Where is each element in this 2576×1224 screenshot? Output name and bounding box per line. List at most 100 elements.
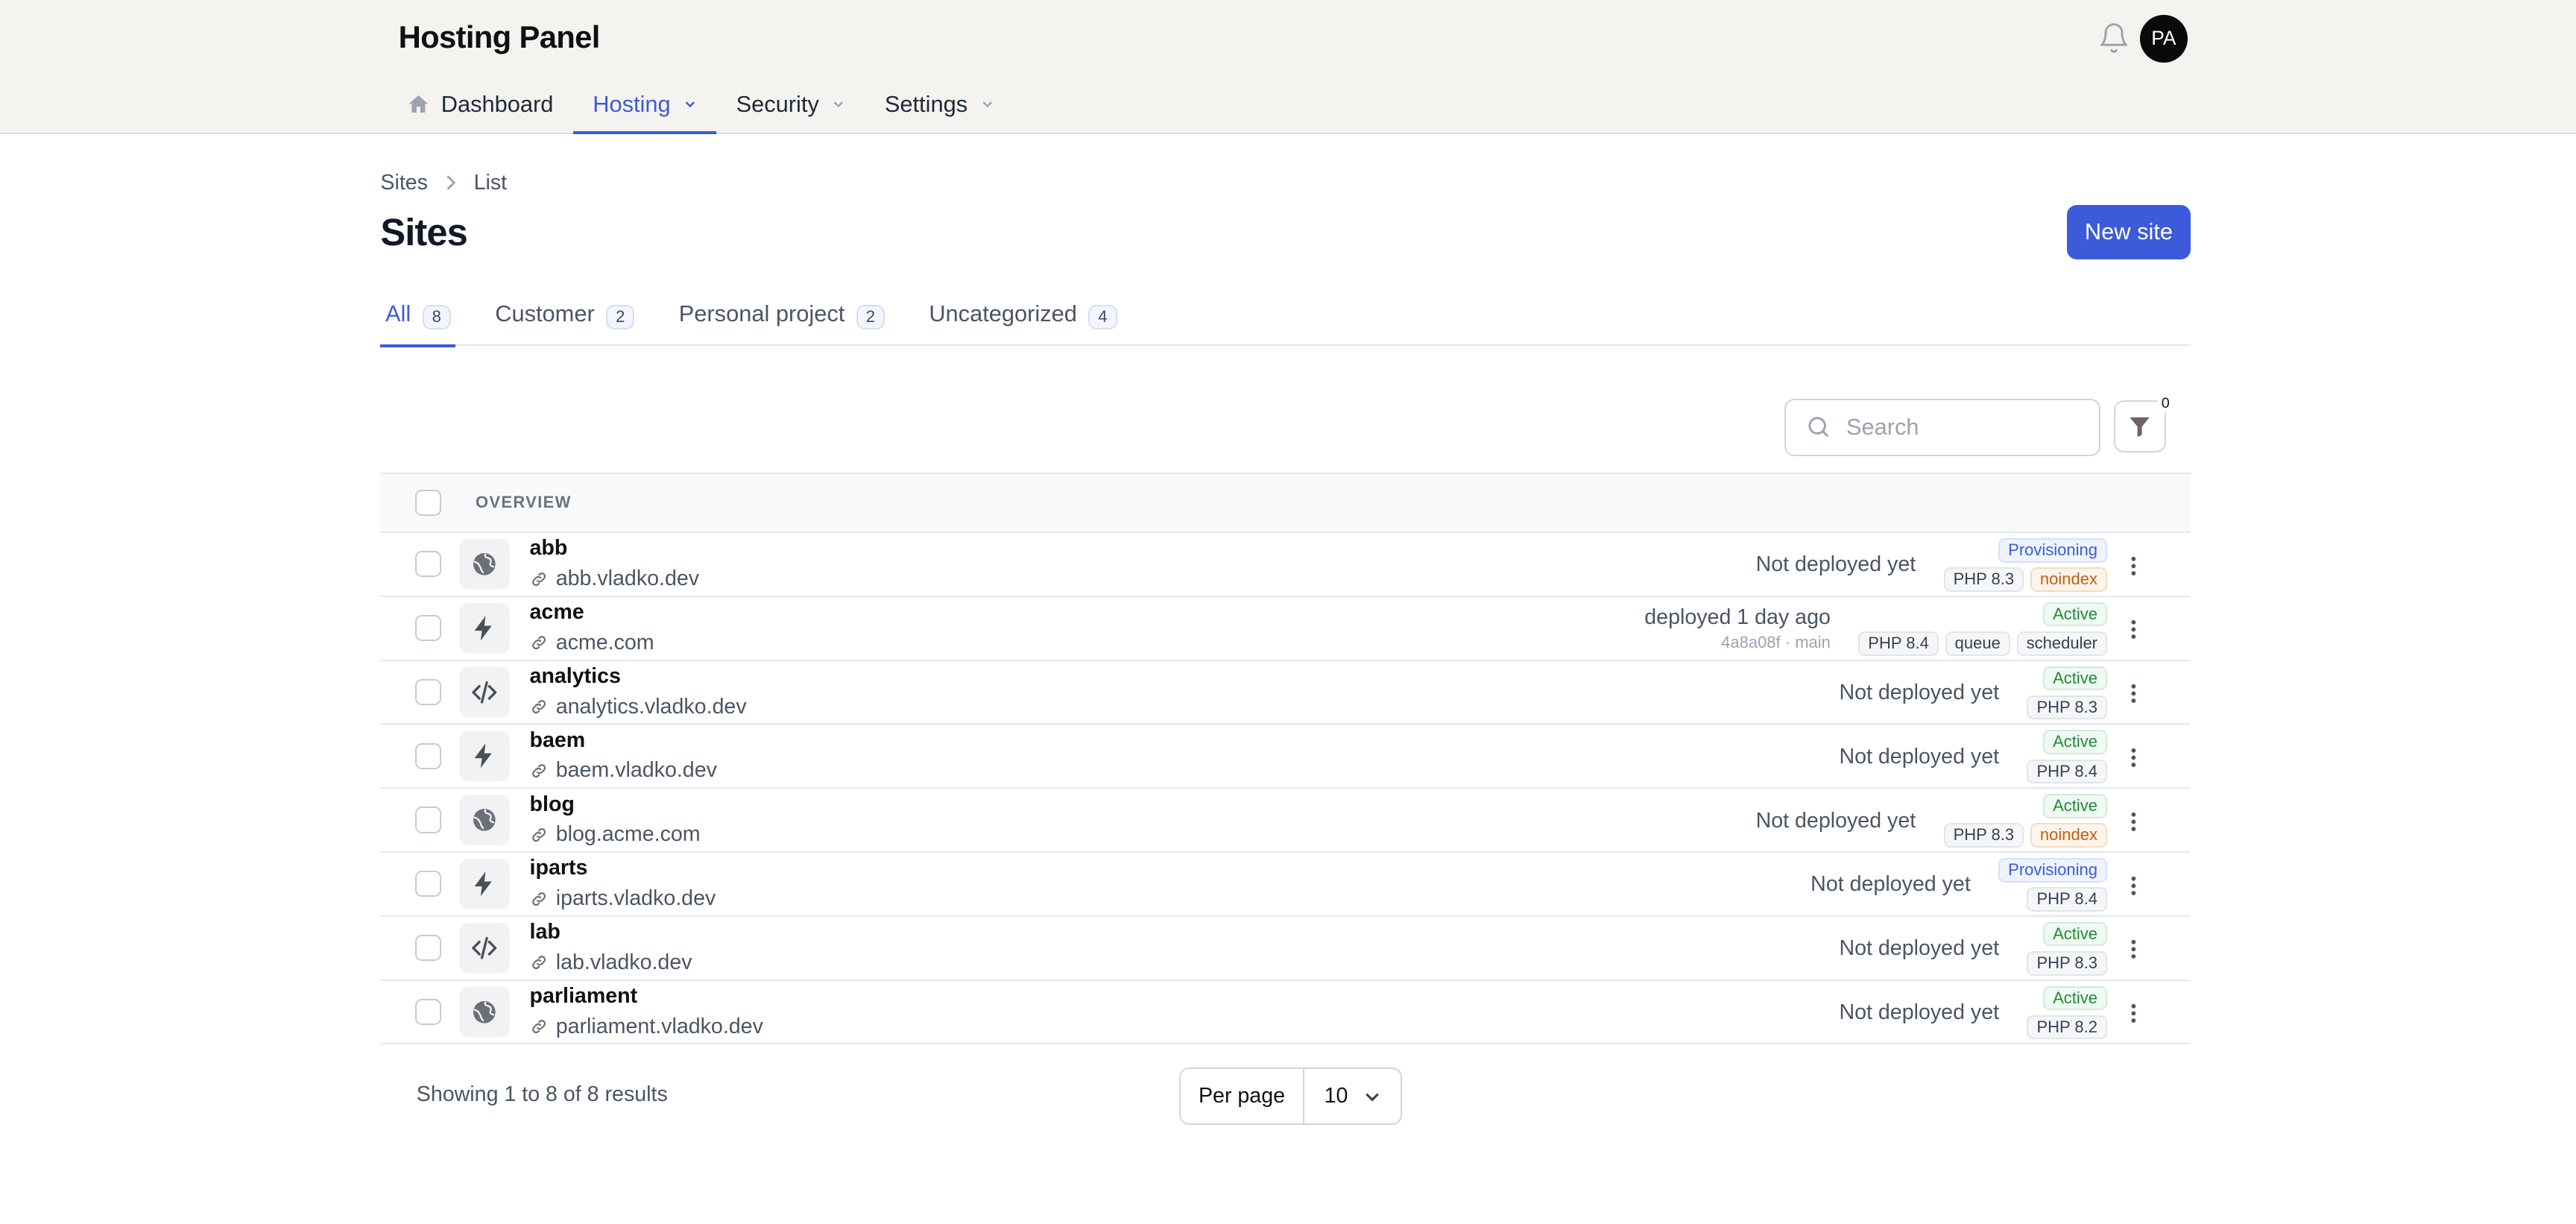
site-info: blog blog.acme.com [530,792,701,849]
row-checkbox[interactable] [414,807,441,833]
link-icon [530,570,556,588]
lightning-icon [458,858,511,909]
tag-badge: PHP 8.4 [1858,631,1939,656]
more-actions-icon[interactable] [2121,936,2147,962]
tab-count: 2 [856,305,885,329]
table-row[interactable]: baem baem.vladko.dev Not deployed yet Ac… [380,725,2191,789]
more-actions-icon[interactable] [2121,1000,2147,1026]
site-domain-link[interactable]: baem.vladko.dev [530,757,717,784]
row-meta: deployed 1 day ago 4a8a08f · main Active… [1644,597,2107,661]
table-body: abb abb.vladko.dev Not deployed yet Prov… [380,533,2191,1045]
tab-label: Uncategorized [929,300,1077,326]
nav-item-dashboard[interactable]: Dashboard [387,75,573,133]
bell-icon[interactable] [2097,22,2130,54]
status-badge: Active [2043,921,2107,947]
site-name[interactable]: parliament [530,983,763,1009]
site-name[interactable]: acme [530,599,654,625]
site-name[interactable]: analytics [530,663,747,690]
site-name[interactable]: baem [530,728,717,754]
table-row[interactable]: analytics analytics.vladko.dev Not deplo… [380,661,2191,725]
site-domain-link[interactable]: lab.vladko.dev [530,949,692,977]
nav-item-hosting[interactable]: Hosting [572,75,718,135]
deploy-text: Not deployed yet [1755,808,1916,833]
more-actions-icon[interactable] [2121,552,2147,578]
tab-customer[interactable]: Customer 2 [490,286,640,346]
site-domain: baem.vladko.dev [555,758,717,783]
row-meta: Not deployed yet Active PHP 8.3 [1839,917,2107,981]
site-domain-link[interactable]: abb.vladko.dev [530,565,699,593]
table-row[interactable]: parliament parliament.vladko.dev Not dep… [380,981,2191,1045]
row-meta: Not deployed yet Active PHP 8.3 [1839,661,2107,725]
site-name[interactable]: iparts [530,855,716,881]
more-actions-icon[interactable] [2121,681,2147,707]
site-info: analytics analytics.vladko.dev [530,663,747,721]
site-domain: blog.acme.com [555,822,701,847]
site-name[interactable]: blog [530,792,701,818]
row-checkbox[interactable] [414,551,441,578]
breadcrumb-list: List [473,170,508,195]
site-info: lab lab.vladko.dev [530,919,692,977]
table-row[interactable]: iparts iparts.vladko.dev Not deployed ye… [380,853,2191,917]
site-info: acme acme.com [530,599,654,657]
tab-personal-project[interactable]: Personal project 2 [674,286,889,346]
badges: Active PHP 8.2 [2027,985,2107,1040]
code-icon [458,666,511,718]
deploy-text: Not deployed yet [1755,552,1916,577]
more-actions-icon[interactable] [2121,872,2147,898]
breadcrumb-sites[interactable]: Sites [380,171,428,195]
select-all-checkbox[interactable] [414,489,441,516]
table-footer: Showing 1 to 8 of 8 results Per page 10 [380,1066,2191,1126]
row-checkbox[interactable] [414,742,441,769]
site-name[interactable]: lab [530,919,692,945]
site-domain-link[interactable]: acme.com [530,629,654,657]
app-title: Hosting Panel [398,19,601,55]
nav-item-security[interactable]: Security [716,75,865,133]
table-row[interactable]: lab lab.vladko.dev Not deployed yet Acti… [380,917,2191,981]
lightning-icon [458,602,511,654]
site-domain-link[interactable]: blog.acme.com [530,821,701,848]
filter-button[interactable]: 0 [2113,394,2174,453]
breadcrumb: Sites List [380,171,507,195]
status-badge: Provisioning [1998,857,2107,883]
lightning-icon [458,731,511,782]
table-row[interactable]: abb abb.vladko.dev Not deployed yet Prov… [380,533,2191,597]
per-page-select[interactable]: 10 [1304,1069,1401,1123]
site-domain-link[interactable]: parliament.vladko.dev [530,1013,763,1041]
status-badge: Active [2043,985,2107,1011]
tab-count: 2 [606,305,635,329]
tab-uncategorized[interactable]: Uncategorized 4 [924,286,1122,346]
globe-icon [458,986,511,1038]
more-actions-icon[interactable] [2121,745,2147,771]
search-input[interactable] [1846,414,2076,441]
site-domain-link[interactable]: analytics.vladko.dev [530,693,747,721]
row-checkbox[interactable] [414,615,441,642]
more-actions-icon[interactable] [2121,809,2147,835]
per-page-label: Per page [1181,1069,1305,1124]
site-name[interactable]: abb [530,535,700,561]
row-checkbox[interactable] [414,935,441,962]
chevron-down-icon [1366,1093,1380,1102]
tab-label: Customer [495,300,595,326]
nav-item-settings[interactable]: Settings [865,75,1013,133]
table-row[interactable]: acme acme.com deployed 1 day ago 4a8a08f… [380,597,2191,661]
site-domain: lab.vladko.dev [555,950,692,974]
tab-all[interactable]: All 8 [380,286,456,348]
site-domain-link[interactable]: iparts.vladko.dev [530,885,716,912]
site-info: baem baem.vladko.dev [530,728,717,785]
globe-icon [458,794,511,846]
table-row[interactable]: blog blog.acme.com Not deployed yet Acti… [380,789,2191,853]
status-badge: Active [2043,602,2107,627]
site-domain: analytics.vladko.dev [555,694,747,719]
deploy-status: Not deployed yet [1839,1000,1999,1025]
site-domain: acme.com [555,630,654,654]
row-checkbox[interactable] [414,998,441,1026]
new-site-button[interactable]: New site [2066,204,2191,259]
deploy-text: Not deployed yet [1839,1000,2000,1024]
avatar[interactable]: PA [2140,14,2188,63]
filter-icon [2130,417,2150,438]
row-checkbox[interactable] [414,871,441,898]
more-actions-icon[interactable] [2121,616,2147,643]
tabs: All 8 Customer 2 Personal project 2 Unca… [380,286,2191,348]
site-domain: iparts.vladko.dev [555,886,716,910]
row-checkbox[interactable] [414,678,441,706]
